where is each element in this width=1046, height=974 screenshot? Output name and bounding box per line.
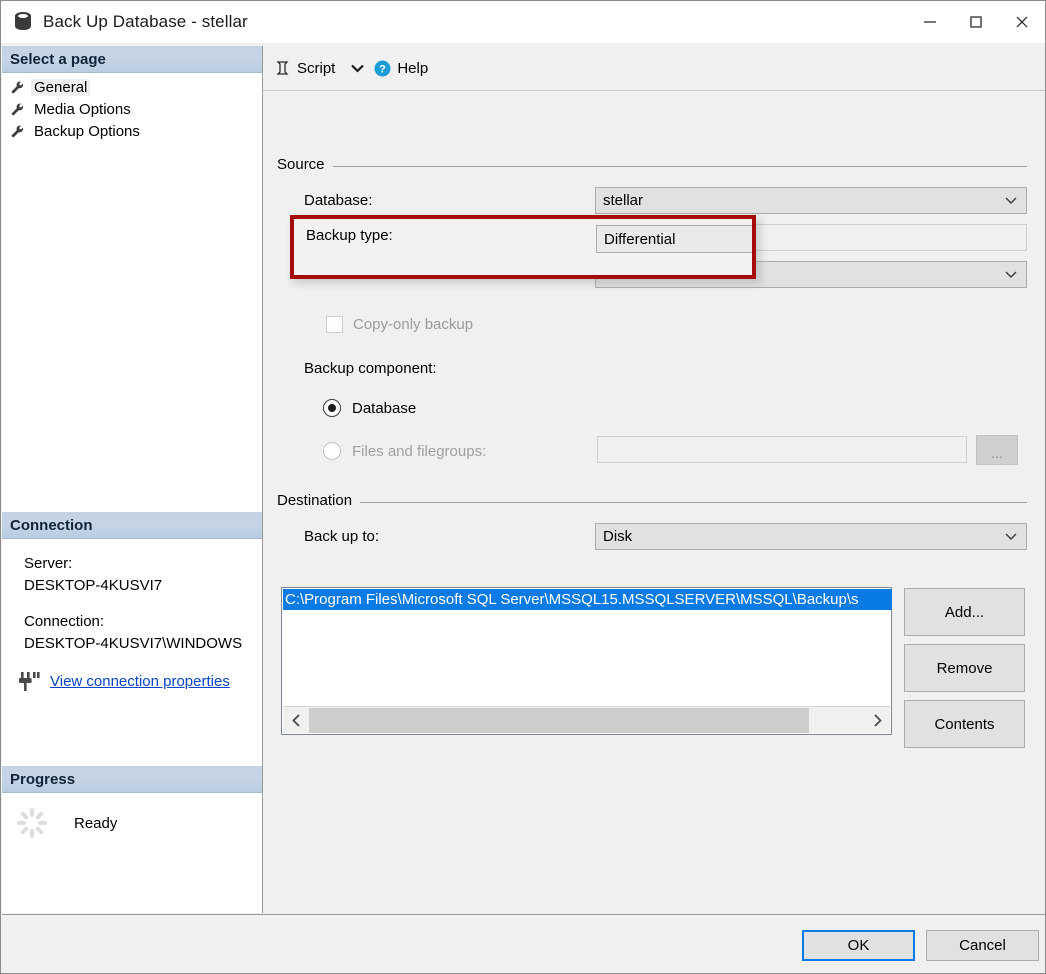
- files-and-filegroups-field[interactable]: [597, 436, 967, 463]
- remove-label: Remove: [937, 660, 993, 677]
- add-button[interactable]: Add...: [904, 588, 1025, 636]
- view-connection-properties-row[interactable]: View connection properties: [16, 671, 262, 693]
- connection-value: DESKTOP-4KUSVI7\WINDOWS: [24, 633, 262, 655]
- browse-files-button[interactable]: ...: [976, 435, 1018, 465]
- database-icon: [13, 12, 33, 33]
- scrollbar-thumb[interactable]: [309, 708, 809, 733]
- source-group-line: [277, 166, 1027, 167]
- chevron-right-icon[interactable]: [864, 707, 890, 733]
- help-button[interactable]: ? Help: [374, 60, 428, 77]
- copy-only-backup-label: Copy-only backup: [353, 316, 473, 333]
- ok-label: OK: [848, 937, 870, 954]
- progress-header: Progress: [2, 766, 262, 793]
- progress-body: Ready: [2, 793, 262, 839]
- add-label: Add...: [945, 604, 984, 621]
- script-dropdown-button[interactable]: [341, 64, 374, 73]
- select-page-header: Select a page: [2, 46, 262, 73]
- right-pane: Script ? Help Source Data: [263, 46, 1046, 913]
- component-files-radio-row[interactable]: Files and filegroups:: [323, 442, 486, 460]
- connection-section: Connection Server: DESKTOP-4KUSVI7 Conne…: [2, 512, 262, 693]
- back-up-to-combo[interactable]: Disk: [595, 523, 1027, 550]
- sidebar-item-media-options[interactable]: Media Options: [2, 98, 262, 120]
- sidebar-item-backup-options[interactable]: Backup Options: [2, 120, 262, 142]
- wrench-icon: [10, 80, 25, 95]
- copy-only-backup-checkbox-row[interactable]: Copy-only backup: [326, 316, 473, 333]
- sidebar-item-label: Backup Options: [31, 123, 143, 140]
- script-button[interactable]: Script: [275, 60, 335, 77]
- page-list: General Media Options Backup Options: [2, 73, 262, 142]
- destination-group-title: Destination: [277, 492, 360, 509]
- horizontal-scrollbar[interactable]: [283, 706, 890, 733]
- toolbar: Script ? Help: [263, 46, 1046, 91]
- chevron-down-icon: [1005, 533, 1017, 541]
- wrench-icon: [10, 102, 25, 117]
- connection-details: Server: DESKTOP-4KUSVI7 Connection: DESK…: [2, 539, 262, 693]
- close-icon[interactable]: [999, 1, 1045, 43]
- copy-only-backup-checkbox[interactable]: [326, 316, 343, 333]
- chevron-down-icon: [351, 64, 364, 73]
- maximize-icon[interactable]: [953, 1, 999, 43]
- sidebar-item-label: Media Options: [31, 101, 134, 118]
- database-label: Database:: [304, 192, 372, 209]
- back-up-to-label: Back up to:: [304, 528, 379, 545]
- wrench-icon: [10, 124, 25, 139]
- component-files-radio[interactable]: [323, 442, 341, 460]
- database-combo[interactable]: stellar: [595, 187, 1027, 214]
- list-item[interactable]: C:\Program Files\Microsoft SQL Server\MS…: [283, 589, 892, 610]
- component-files-label: Files and filegroups:: [352, 443, 486, 460]
- contents-button[interactable]: Contents: [904, 700, 1025, 748]
- sidebar-item-general[interactable]: General: [2, 76, 262, 98]
- chevron-left-icon[interactable]: [283, 707, 309, 733]
- backup-type-value: Differential: [604, 231, 675, 248]
- destination-group-line: [277, 502, 1027, 503]
- sidebar-item-label: General: [31, 79, 90, 96]
- backup-database-dialog: Back Up Database - stellar Select a page…: [0, 0, 1046, 974]
- chevron-down-icon: [1005, 197, 1017, 205]
- destination-list[interactable]: C:\Program Files\Microsoft SQL Server\MS…: [281, 587, 892, 735]
- svg-text:?: ?: [379, 63, 386, 75]
- help-icon: ?: [374, 60, 391, 77]
- ok-button[interactable]: OK: [802, 930, 915, 961]
- dialog-footer: OK Cancel: [2, 914, 1045, 973]
- backup-component-label: Backup component:: [304, 360, 437, 377]
- server-label: Server:: [24, 553, 262, 575]
- browse-label: ...: [991, 445, 1003, 461]
- back-up-to-value: Disk: [603, 528, 632, 545]
- script-icon: [275, 60, 291, 76]
- component-database-radio-row[interactable]: Database: [323, 399, 416, 417]
- minimize-icon[interactable]: [907, 1, 953, 43]
- backup-type-value-box[interactable]: Differential: [596, 225, 752, 253]
- cancel-button[interactable]: Cancel: [926, 930, 1039, 961]
- database-value: stellar: [603, 192, 643, 209]
- remove-button[interactable]: Remove: [904, 644, 1025, 692]
- progress-section: Progress Ready: [2, 766, 262, 839]
- title-bar: Back Up Database - stellar: [1, 1, 1045, 43]
- window-title: Back Up Database - stellar: [43, 12, 248, 32]
- source-group-title: Source: [277, 156, 333, 173]
- contents-label: Contents: [934, 716, 994, 733]
- connection-label: Connection:: [24, 611, 262, 633]
- cancel-label: Cancel: [959, 937, 1006, 954]
- component-database-label: Database: [352, 400, 416, 417]
- plug-icon: [16, 671, 42, 693]
- help-label: Help: [397, 60, 428, 77]
- view-connection-properties-link[interactable]: View connection properties: [50, 671, 230, 693]
- left-pane: Select a page General Media Options Back…: [2, 46, 263, 913]
- script-label: Script: [297, 60, 335, 77]
- server-value: DESKTOP-4KUSVI7: [24, 575, 262, 597]
- spinner-icon: [16, 807, 48, 839]
- window-controls: [907, 1, 1045, 43]
- component-database-radio[interactable]: [323, 399, 341, 417]
- connection-header: Connection: [2, 512, 262, 539]
- chevron-down-icon: [1005, 271, 1017, 279]
- progress-status: Ready: [74, 815, 117, 832]
- backup-type-label: Backup type:: [306, 227, 393, 244]
